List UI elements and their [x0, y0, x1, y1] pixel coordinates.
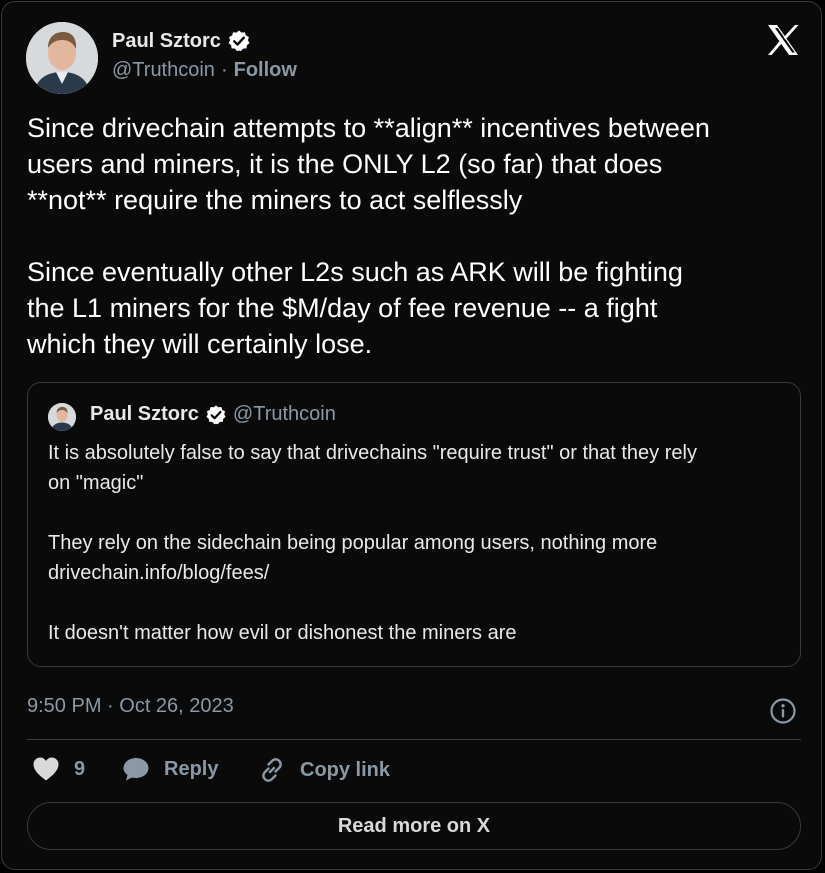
info-icon[interactable] [769, 697, 797, 725]
embedded-tweet-card: Paul Sztorc @Truthcoin · Follow Since dr… [1, 1, 822, 870]
verified-badge-icon [227, 29, 251, 53]
like-count: 9 [74, 757, 86, 780]
like-button[interactable]: 9 [32, 756, 85, 782]
author-handle[interactable]: @Truthcoin [112, 59, 215, 82]
author-avatar[interactable] [26, 22, 98, 94]
follow-button[interactable]: Follow [234, 59, 297, 82]
copy-link-label: Copy link [300, 758, 391, 781]
heart-icon [33, 757, 59, 781]
speech-bubble-icon [123, 758, 149, 781]
author-handle-row: @Truthcoin · Follow [112, 59, 297, 82]
author-name-row: Paul Sztorc [112, 29, 251, 53]
reply-button[interactable]: Reply [122, 756, 218, 782]
tweet-timestamp[interactable]: 9:50 PM · Oct 26, 2023 [27, 695, 234, 718]
tweet-text: Since drivechain attempts to **align** i… [27, 113, 710, 359]
x-logo-icon[interactable] [766, 24, 800, 56]
divider [27, 739, 801, 740]
copy-link-button[interactable]: Copy link [258, 756, 390, 784]
reply-label: Reply [164, 757, 219, 780]
quoted-author-name: Paul Sztorc [90, 403, 199, 425]
quoted-author-handle: @Truthcoin [232, 403, 336, 425]
read-more-button[interactable]: Read more on X [27, 802, 801, 850]
link-icon [262, 758, 282, 782]
separator-dot: · [220, 59, 228, 81]
quoted-tweet[interactable]: Paul Sztorc @Truthcoin It is absolutely … [27, 382, 801, 667]
quoted-tweet-text: It is absolutely false to say that drive… [48, 442, 697, 644]
quoted-tweet-header: Paul Sztorc @Truthcoin [90, 403, 336, 426]
quoted-author-avatar [48, 403, 76, 431]
verified-badge-icon [205, 404, 227, 426]
author-name[interactable]: Paul Sztorc [112, 30, 221, 53]
